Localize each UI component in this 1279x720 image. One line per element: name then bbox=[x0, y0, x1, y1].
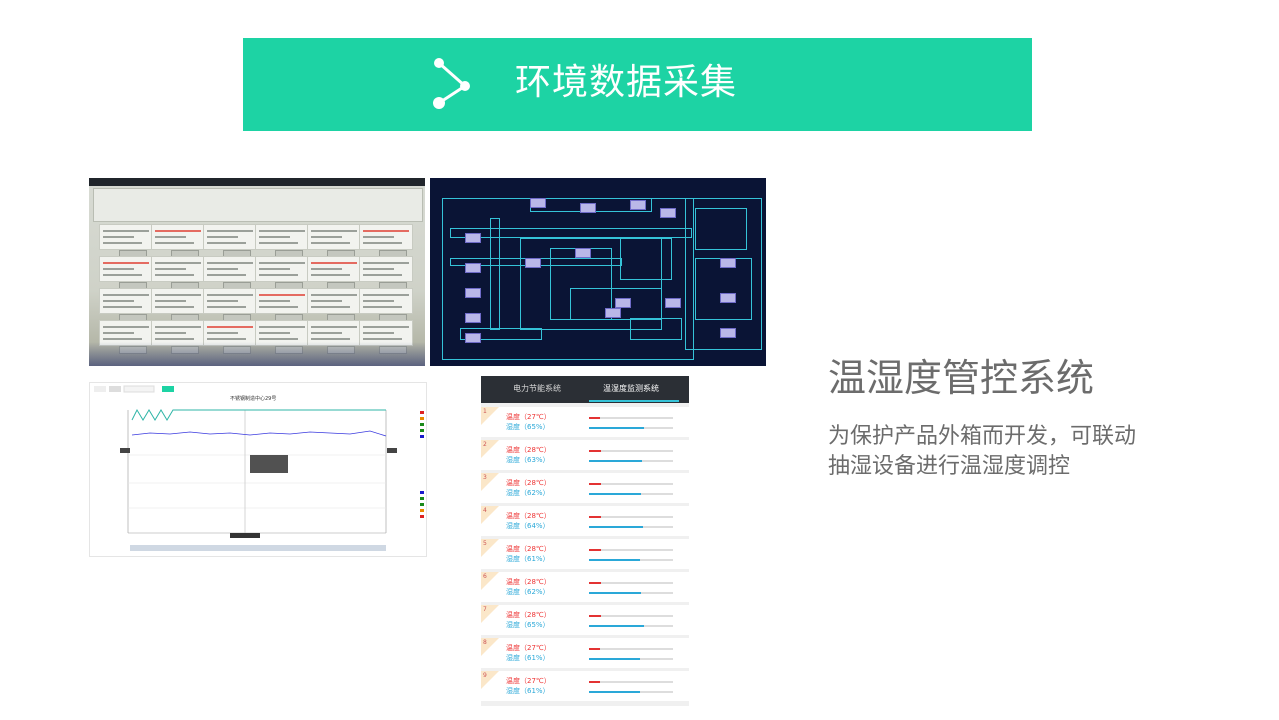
temperature-bar bbox=[589, 648, 673, 650]
temperature-bar bbox=[589, 681, 673, 683]
share-node-icon bbox=[433, 58, 470, 109]
humidity-label: 湿度（62%） bbox=[506, 588, 550, 596]
list-item[interactable]: 6 温度（28℃） 湿度（62%） bbox=[481, 572, 689, 602]
temperature-label: 温度（28℃） bbox=[506, 446, 551, 454]
row-number: 5 bbox=[483, 540, 487, 547]
temperature-bar bbox=[589, 582, 673, 584]
list-item[interactable]: 4 温度（28℃） 湿度（64%） bbox=[481, 506, 689, 536]
temperature-bar bbox=[589, 417, 673, 419]
temperature-label: 温度（28℃） bbox=[506, 545, 551, 553]
line-chart bbox=[94, 385, 424, 551]
humidity-label: 湿度（64%） bbox=[506, 522, 550, 530]
row-number: 7 bbox=[483, 606, 487, 613]
humidity-bar bbox=[589, 658, 673, 660]
list-item[interactable]: 9 温度（27℃） 湿度（61%） bbox=[481, 671, 689, 701]
header-banner: 环境数据采集 bbox=[243, 38, 1032, 131]
temperature-bar bbox=[589, 615, 673, 617]
banner-title: 环境数据采集 bbox=[515, 62, 738, 103]
row-number: 1 bbox=[483, 408, 487, 415]
humidity-label: 湿度（61%） bbox=[506, 654, 550, 662]
humidity-label: 湿度（63%） bbox=[506, 456, 550, 464]
temperature-label: 温度（28℃） bbox=[506, 512, 551, 520]
list-item[interactable]: 1 温度（27℃） 湿度（65%） bbox=[481, 407, 689, 437]
list-item[interactable]: 7 温度（28℃） 湿度（65%） bbox=[481, 605, 689, 635]
humidity-bar bbox=[589, 526, 673, 528]
temperature-bar bbox=[589, 516, 673, 518]
temperature-series-line bbox=[131, 430, 387, 437]
temperature-label: 温度（27℃） bbox=[506, 677, 551, 685]
row-number: 2 bbox=[483, 441, 487, 448]
humidity-bar bbox=[589, 493, 673, 495]
temperature-bar bbox=[589, 483, 673, 485]
list-item[interactable]: 8 温度（27℃） 湿度（61%） bbox=[481, 638, 689, 668]
temperature-label: 温度（27℃） bbox=[506, 644, 551, 652]
form-screenshot bbox=[89, 178, 425, 366]
list-item[interactable]: 5 温度（28℃） 湿度（61%） bbox=[481, 539, 689, 569]
humidity-series-line bbox=[131, 408, 386, 421]
system-title: 温湿度管控系统 bbox=[828, 356, 1095, 400]
tab-bar: 电力节能系统 温湿度监测系统 bbox=[481, 376, 689, 403]
humidity-bar bbox=[589, 625, 673, 627]
list-item[interactable]: 3 温度（28℃） 湿度（62%） bbox=[481, 473, 689, 503]
humidity-label: 湿度（61%） bbox=[506, 555, 550, 563]
row-number: 4 bbox=[483, 507, 487, 514]
mobile-monitor-screenshot: 电力节能系统 温湿度监测系统 1 温度（27℃） 湿度（65%） 2 温度（28℃） 湿度… bbox=[481, 376, 689, 706]
temperature-label: 温度（28℃） bbox=[506, 479, 551, 487]
tab-power-saving[interactable]: 电力节能系统 bbox=[513, 383, 561, 394]
humidity-bar bbox=[589, 691, 673, 693]
temperature-bar bbox=[589, 450, 673, 452]
row-number: 9 bbox=[483, 672, 487, 679]
row-number: 3 bbox=[483, 474, 487, 481]
tab-humidity-monitor[interactable]: 温湿度监测系统 bbox=[603, 383, 659, 394]
humidity-bar bbox=[589, 460, 673, 462]
row-number: 6 bbox=[483, 573, 487, 580]
temperature-label: 温度（28℃） bbox=[506, 578, 551, 586]
humidity-label: 湿度（65%） bbox=[506, 423, 550, 431]
temperature-label: 温度（28℃） bbox=[506, 611, 551, 619]
humidity-label: 湿度（61%） bbox=[506, 687, 550, 695]
list-item[interactable]: 2 温度（28℃） 湿度（63%） bbox=[481, 440, 689, 470]
temperature-label: 温度（27℃） bbox=[506, 413, 551, 421]
system-description: 为保护产品外箱而开发，可联动抽湿设备进行温湿度调控 bbox=[828, 424, 1137, 479]
temperature-bar bbox=[589, 549, 673, 551]
row-number: 8 bbox=[483, 639, 487, 646]
humidity-bar bbox=[589, 559, 673, 561]
humidity-bar bbox=[589, 427, 673, 429]
humidity-label: 湿度（65%） bbox=[506, 621, 550, 629]
line-chart-screenshot: 不锈钢制造中心29号 bbox=[89, 382, 427, 557]
floor-plan-screenshot bbox=[430, 178, 766, 366]
humidity-label: 湿度（62%） bbox=[506, 489, 550, 497]
humidity-bar bbox=[589, 592, 673, 594]
